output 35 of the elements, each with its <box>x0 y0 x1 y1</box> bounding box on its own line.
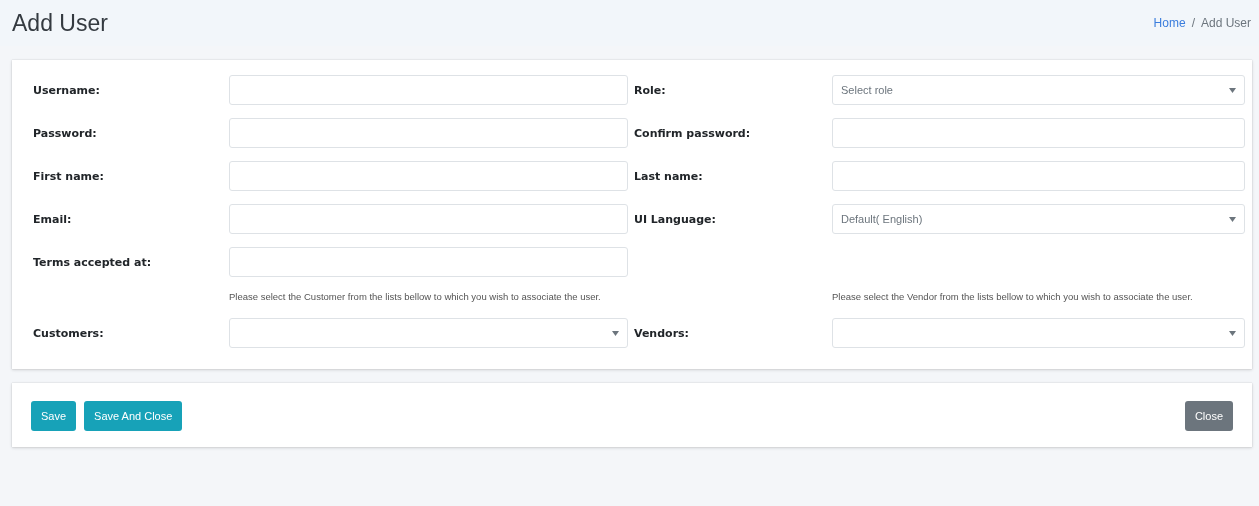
breadcrumb-separator: / <box>1191 16 1195 30</box>
field-label: UI Language: <box>634 212 717 226</box>
input-field[interactable] <box>229 247 628 277</box>
input-field[interactable] <box>229 161 628 191</box>
input-field[interactable] <box>832 118 1245 148</box>
caret-icon <box>1229 216 1236 222</box>
field-label: Password: <box>33 126 98 140</box>
field-label: First name: <box>33 169 105 183</box>
hint-text: Please select the Customer from the lists bellow to which you wish to associate the user. <box>229 290 602 304</box>
caret-icon <box>1229 330 1236 336</box>
input-field[interactable] <box>229 204 628 234</box>
select-field[interactable]: Select role <box>832 75 1245 105</box>
field-label: Email: <box>33 212 73 226</box>
field-label: Username: <box>33 83 101 97</box>
select-field[interactable]: Default( English) <box>832 204 1245 234</box>
breadcrumb-current: Add User <box>1200 16 1251 30</box>
caret-icon <box>612 330 619 336</box>
save-button[interactable]: Save <box>31 401 77 431</box>
caret-icon <box>1229 87 1236 93</box>
page-title: Add User <box>12 9 108 37</box>
input-field[interactable] <box>229 75 628 105</box>
input-field[interactable] <box>229 118 628 148</box>
select-field[interactable] <box>832 318 1245 348</box>
field-label: Customers: <box>33 326 105 340</box>
breadcrumb-link[interactable]: Home <box>1153 16 1186 30</box>
close-button[interactable]: Close <box>1184 401 1233 431</box>
hint-text: Please select the Vendor from the lists bellow to which you wish to associate the user. <box>832 290 1194 304</box>
field-label: Terms accepted at: <box>33 255 153 269</box>
field-label: Vendors: <box>634 326 690 340</box>
input-field[interactable] <box>832 161 1245 191</box>
field-label: Last name: <box>634 169 704 183</box>
save-button[interactable]: Save And Close <box>84 401 183 431</box>
select-field[interactable] <box>229 318 628 348</box>
field-label: Role: <box>634 83 667 97</box>
field-label: Confirm password: <box>634 126 752 140</box>
